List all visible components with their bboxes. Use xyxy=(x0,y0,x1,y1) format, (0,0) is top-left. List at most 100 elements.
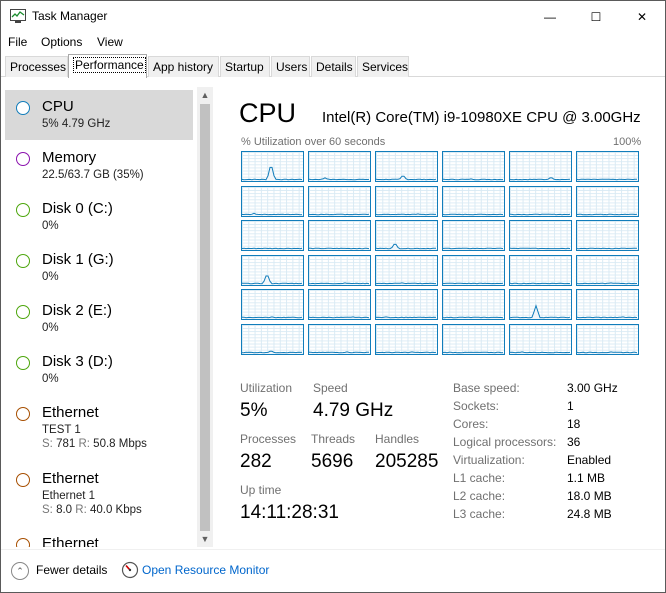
tab-app-history[interactable]: App history xyxy=(148,56,219,77)
cpu-core-usage-line xyxy=(577,350,638,353)
processes-label: Processes xyxy=(240,432,297,446)
uptime-value: 14:11:28:31 xyxy=(240,502,339,523)
handles-value: 205285 xyxy=(375,451,439,472)
maximize-button[interactable]: ☐ xyxy=(573,1,619,32)
graph-max-label: 100% xyxy=(613,136,642,148)
resource-monitor-icon[interactable] xyxy=(121,561,139,579)
sockets-value: 1 xyxy=(567,399,574,413)
resource-memory[interactable]: Memory 22.5/63.7 GB (35%) xyxy=(5,141,193,191)
scroll-thumb[interactable] xyxy=(200,104,210,531)
resource-disk-3[interactable]: Disk 3 (D:) 0% xyxy=(5,345,193,395)
cpu-core-graph-29 xyxy=(576,289,639,320)
l1-cache-label: L1 cache: xyxy=(453,471,506,485)
cpu-core-graph-12 xyxy=(241,220,304,251)
cpu-core-graph-20 xyxy=(375,254,438,286)
cpu-core-graph-30 xyxy=(241,323,304,355)
resource-ethernet-1[interactable]: Ethernet Ethernet 1 S: 8.0 R: 40.0 Kbps xyxy=(5,462,193,524)
task-manager-window: Task Manager — ☐ ✕ File Options View Pro… xyxy=(0,0,666,593)
cpu-core-graph-5 xyxy=(576,151,639,182)
cpu-core-graph-15 xyxy=(442,220,505,251)
l2-cache-label: L2 cache: xyxy=(453,489,506,503)
cpu-core-graph-10 xyxy=(509,185,572,217)
cpu-core-usage-line xyxy=(309,350,370,353)
cpu-model-name: Intel(R) Core(TM) i9-10980XE CPU @ 3.00G… xyxy=(322,109,641,126)
cpu-core-graph-3 xyxy=(442,151,505,182)
cpu-core-graph-4 xyxy=(509,151,572,182)
cpu-core-usage-line xyxy=(510,213,571,215)
cpu-core-graph-35 xyxy=(576,323,639,355)
cpu-core-usage-area xyxy=(376,244,436,250)
threads-label: Threads xyxy=(311,432,356,446)
l2-cache-value: 18.0 MB xyxy=(567,489,612,503)
minimize-button[interactable]: — xyxy=(527,1,573,32)
cpu-core-graph-26 xyxy=(375,289,438,320)
resource-ethernet-test-1[interactable]: Ethernet TEST 1 S: 781 R: 50.8 Mbps xyxy=(5,396,193,458)
cpu-core-graph-16 xyxy=(509,220,572,251)
cpu-core-graph-13 xyxy=(308,220,371,251)
logical-processor-graphs[interactable] xyxy=(241,151,641,355)
resource-disk-0[interactable]: Disk 0 (C:) 0% xyxy=(5,192,193,242)
cpu-core-graph-8 xyxy=(375,185,438,217)
cpu-core-usage-line xyxy=(577,281,638,284)
scroll-down-arrow-icon[interactable]: ▼ xyxy=(197,531,213,547)
cpu-core-usage-line xyxy=(443,178,503,181)
chevron-up-icon[interactable]: ⌃ xyxy=(11,562,29,580)
tab-services[interactable]: Services xyxy=(357,56,409,77)
cpu-core-usage-line xyxy=(309,316,370,319)
base-speed-value: 3.00 GHz xyxy=(567,381,618,395)
utilization-label: Utilization xyxy=(240,381,293,395)
resource-name: CPU xyxy=(42,98,74,115)
window-title: Task Manager xyxy=(32,9,108,23)
open-resource-monitor-link[interactable]: Open Resource Monitor xyxy=(142,563,269,577)
resource-summary: 0% xyxy=(42,373,59,385)
logical-processors-value: 36 xyxy=(567,435,581,449)
ethernet-indicator-icon xyxy=(16,473,30,487)
menu-view[interactable]: View xyxy=(97,35,123,49)
resource-name: Memory xyxy=(42,149,97,166)
menu-options[interactable]: Options xyxy=(41,35,82,49)
fewer-details-link[interactable]: Fewer details xyxy=(36,563,107,577)
tab-performance[interactable]: Performance xyxy=(68,54,147,78)
resource-summary: 0% xyxy=(42,322,59,334)
cpu-core-graph-33 xyxy=(442,323,505,355)
speed-value: 4.79 GHz xyxy=(313,400,394,421)
sockets-label: Sockets: xyxy=(453,399,500,413)
cpu-core-usage-line xyxy=(510,177,571,181)
throughput-summary: S: 781 R: 50.8 Mbps xyxy=(42,438,147,450)
cpu-core-graph-2 xyxy=(375,151,438,182)
resource-summary: 22.5/63.7 GB (35%) xyxy=(42,169,144,181)
close-button[interactable]: ✕ xyxy=(619,1,665,32)
resource-disk-2[interactable]: Disk 2 (E:) 0% xyxy=(5,294,193,344)
tab-processes[interactable]: Processes xyxy=(5,56,68,77)
cpu-core-usage-line xyxy=(577,178,638,181)
cpu-core-graph-21 xyxy=(442,254,505,286)
cpu-core-usage-line xyxy=(242,212,303,215)
resource-name: Ethernet xyxy=(42,404,99,421)
resource-ethernet-2[interactable]: Ethernet xyxy=(5,527,193,547)
l3-cache-value: 24.8 MB xyxy=(567,507,612,521)
cpu-core-graph-18 xyxy=(241,254,304,286)
tab-users[interactable]: Users xyxy=(271,56,310,77)
virtualization-value: Enabled xyxy=(567,453,612,467)
cpu-core-graph-17 xyxy=(576,220,639,251)
cpu-core-graph-6 xyxy=(241,185,304,217)
cpu-core-usage-line xyxy=(309,281,370,284)
cores-value: 18 xyxy=(567,417,581,431)
tab-details[interactable]: Details xyxy=(311,56,356,77)
disk-indicator-icon xyxy=(16,254,30,268)
ethernet-indicator-icon xyxy=(16,407,30,421)
cpu-core-usage-line xyxy=(443,316,504,319)
speed-label: Speed xyxy=(313,381,348,395)
scroll-up-arrow-icon[interactable]: ▲ xyxy=(197,87,213,103)
cpu-core-usage-line xyxy=(443,282,504,284)
cpu-core-graph-34 xyxy=(509,323,572,355)
tab-startup[interactable]: Startup xyxy=(220,56,270,77)
resource-cpu[interactable]: CPU 5% 4.79 GHz xyxy=(5,90,193,140)
resource-list-scrollbar[interactable]: ▲ ▼ xyxy=(197,87,213,547)
ethernet-indicator-icon xyxy=(16,538,30,547)
memory-indicator-icon xyxy=(16,152,30,166)
resource-disk-1[interactable]: Disk 1 (G:) 0% xyxy=(5,243,193,293)
menu-bar: File Options View xyxy=(1,32,665,53)
cpu-core-graph-25 xyxy=(308,289,371,320)
menu-file[interactable]: File xyxy=(8,35,27,49)
